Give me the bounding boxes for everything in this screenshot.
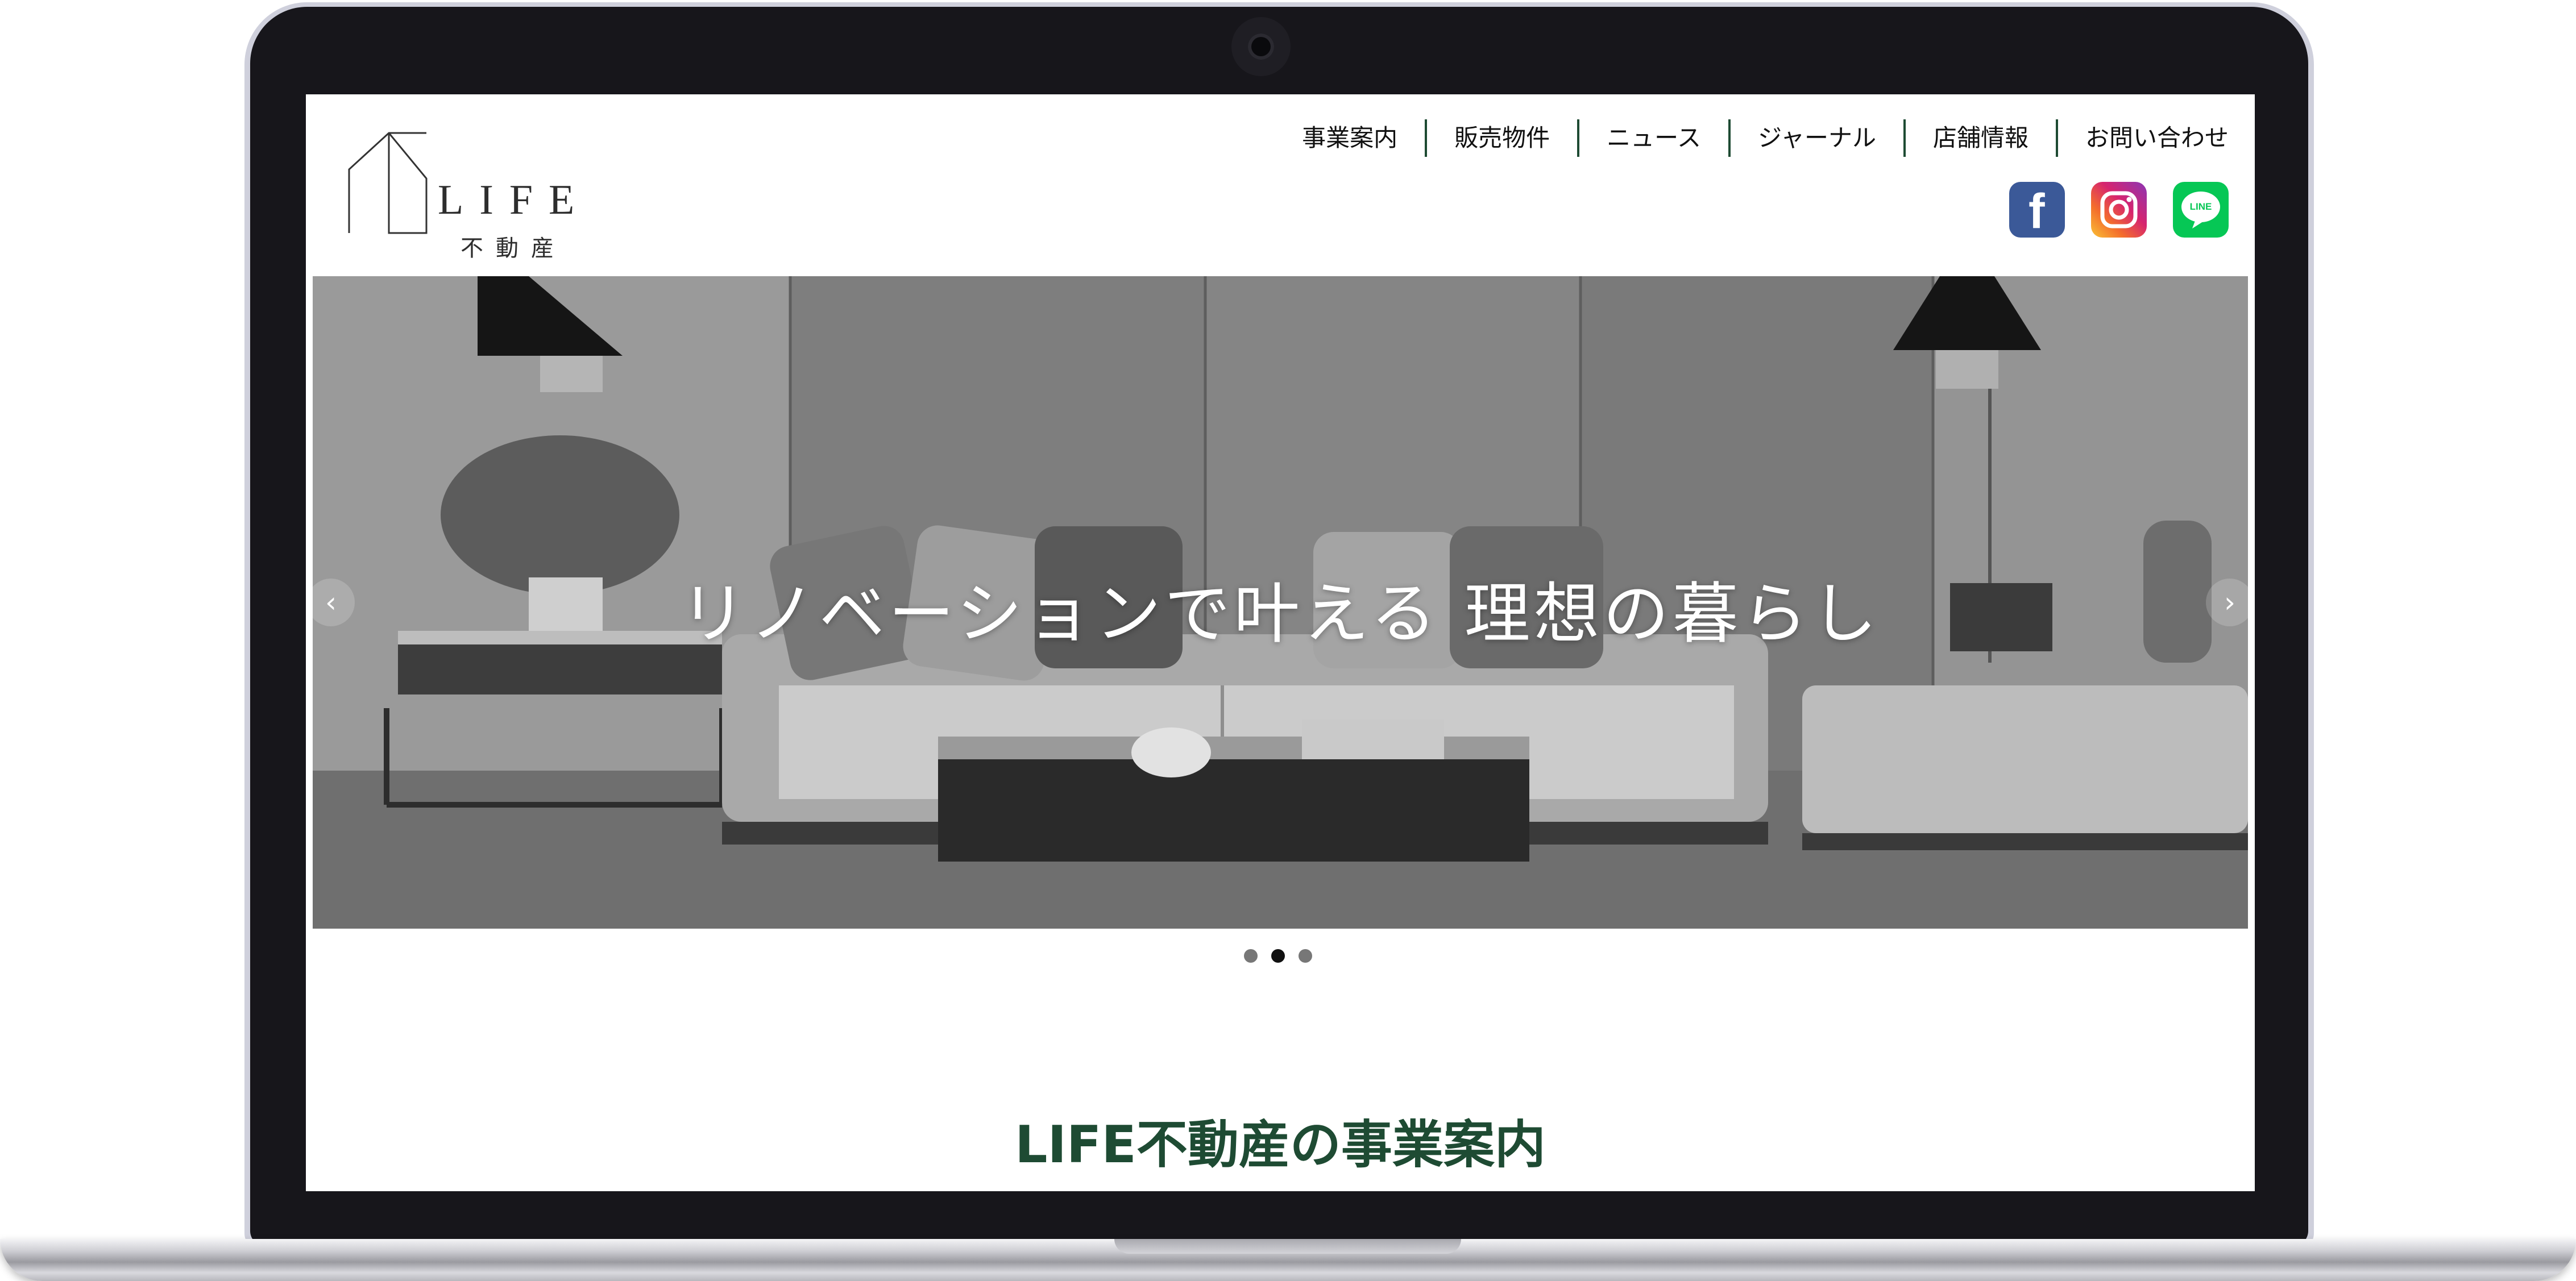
instagram-icon[interactable] [2091, 182, 2147, 238]
nav-item-business[interactable]: 事業案内 [1275, 119, 1425, 157]
slider-next-button[interactable]: › [2206, 579, 2248, 626]
chevron-left-icon: ‹ [325, 586, 337, 619]
facebook-glyph: f [2029, 184, 2045, 239]
slider-dot-3[interactable] [1299, 949, 1312, 963]
nav-item-properties[interactable]: 販売物件 [1425, 119, 1577, 157]
logo-wordmark: LIFE [438, 177, 591, 223]
nav-item-contact[interactable]: お問い合わせ [2055, 119, 2229, 157]
laptop-base-notch [1114, 1239, 1461, 1254]
chevron-right-icon: › [2224, 586, 2235, 619]
slider-dot-2[interactable] [1271, 949, 1285, 963]
house-logo-icon [348, 132, 428, 234]
social-links: f LINE [2009, 182, 2229, 238]
hero-caption: リノベーションで叶える 理想の暮らし [680, 576, 1881, 652]
line-label: LINE [2189, 201, 2212, 212]
nav-item-store-info[interactable]: 店舗情報 [1903, 119, 2056, 157]
slider-pagination [1244, 949, 1312, 963]
facebook-icon[interactable]: f [2009, 182, 2065, 238]
slider-dot-1[interactable] [1244, 949, 1258, 963]
line-icon[interactable]: LINE [2173, 182, 2229, 238]
hero-slider: リノベーションで叶える 理想の暮らし ‹ › [313, 276, 2248, 929]
slider-prev-button[interactable]: ‹ [313, 579, 355, 626]
logo-subtitle: 不動産 [461, 235, 566, 261]
main-nav: 事業案内 販売物件 ニュース ジャーナル 店舗情報 お問い合わせ [1275, 119, 2229, 157]
website-screen: LIFE 不動産 事業案内 販売物件 ニュース ジャーナル 店舗情報 お問い合わ… [306, 94, 2255, 1191]
nav-item-journal[interactable]: ジャーナル [1728, 119, 1903, 157]
webcam-icon [1248, 34, 1274, 60]
site-logo[interactable]: LIFE 不動産 [347, 132, 597, 261]
nav-item-news[interactable]: ニュース [1577, 119, 1728, 157]
section-title-business: LIFE不動産の事業案内 [1015, 1114, 1546, 1175]
